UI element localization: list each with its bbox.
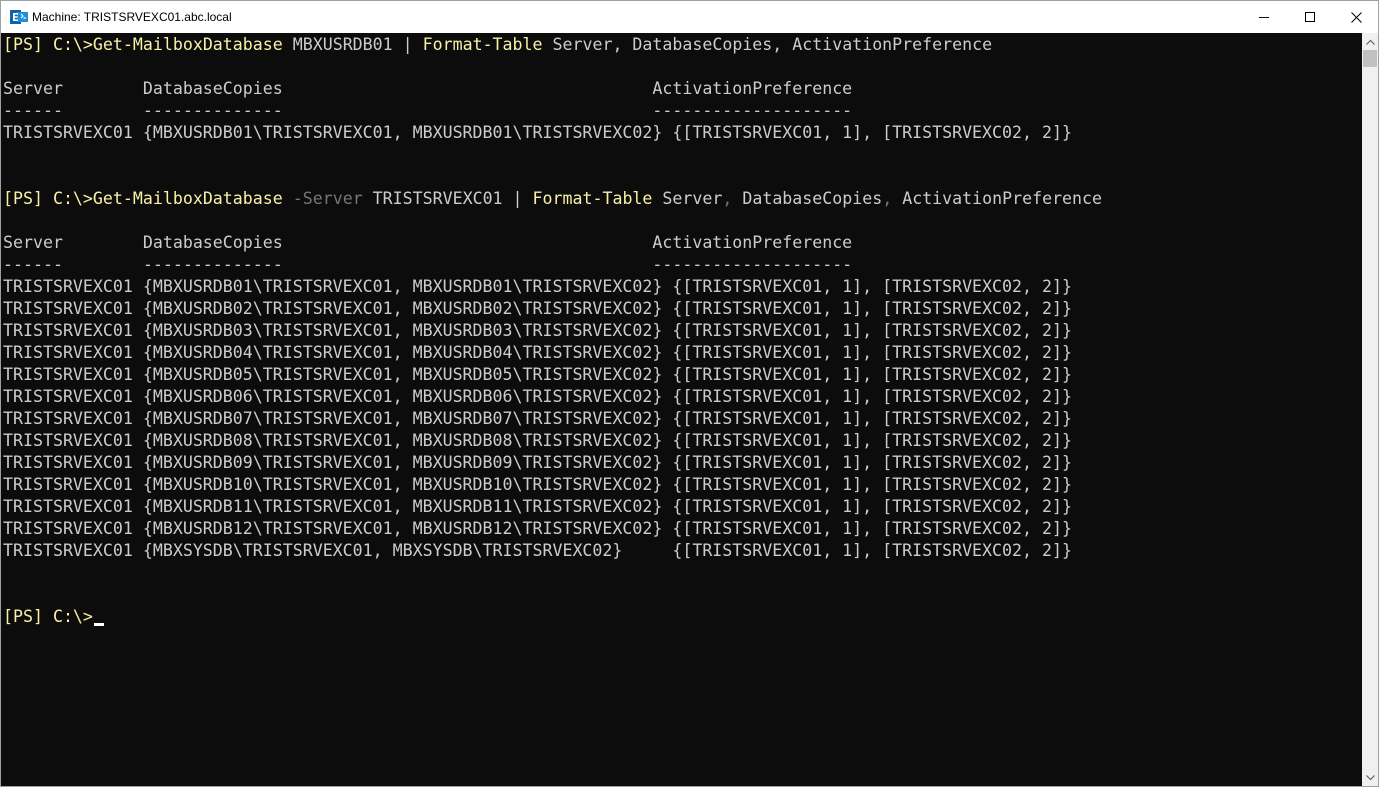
console-text-segment: Server, DatabaseCopies, ActivationPrefer… <box>542 35 993 54</box>
console-line: [PS] C:\>Get-MailboxDatabase -Server TRI… <box>3 188 1102 210</box>
console-line: TRISTSRVEXC01 {MBXUSRDB04\TRISTSRVEXC01,… <box>3 342 1072 364</box>
console-text-segment: TRISTSRVEXC01 {MBXUSRDB11\TRISTSRVEXC01,… <box>3 497 1072 516</box>
console-line: TRISTSRVEXC01 {MBXUSRDB01\TRISTSRVEXC01,… <box>3 276 1072 298</box>
console-text-segment: TRISTSRVEXC01 {MBXUSRDB03\TRISTSRVEXC01,… <box>3 321 1072 340</box>
console-text-segment: TRISTSRVEXC01 {MBXSYSDB\TRISTSRVEXC01, M… <box>3 541 1072 560</box>
console-text-segment: -Server <box>292 189 363 208</box>
console-text-segment: TRISTSRVEXC01 {MBXUSRDB08\TRISTSRVEXC01,… <box>3 431 1072 450</box>
console-text-segment: Get-MailboxDatabase <box>92 189 283 208</box>
console-line: TRISTSRVEXC01 {MBXUSRDB06\TRISTSRVEXC01,… <box>3 386 1072 408</box>
console-text-segment: ------ -------------- ------------------… <box>3 101 853 120</box>
console-line: TRISTSRVEXC01 {MBXUSRDB01\TRISTSRVEXC01,… <box>3 122 1072 144</box>
minimize-icon <box>1259 17 1269 18</box>
console-line: [PS] C:\>Get-MailboxDatabase MBXUSRDB01 … <box>3 34 992 56</box>
scroll-down-button[interactable] <box>1362 769 1378 786</box>
console-line: TRISTSRVEXC01 {MBXUSRDB02\TRISTSRVEXC01,… <box>3 298 1072 320</box>
console-text-segment: TRISTSRVEXC01 {MBXUSRDB12\TRISTSRVEXC01,… <box>3 519 1072 538</box>
console-line: TRISTSRVEXC01 {MBXUSRDB10\TRISTSRVEXC01,… <box>3 474 1072 496</box>
scroll-up-button[interactable] <box>1362 33 1378 50</box>
vertical-scrollbar[interactable] <box>1362 33 1378 786</box>
console-text-segment: Get-MailboxDatabase <box>92 35 283 54</box>
console-text-segment: TRISTSRVEXC01 | <box>362 189 533 208</box>
text-cursor <box>93 623 104 626</box>
console-text-segment: ActivationPreference <box>892 189 1103 208</box>
console-line: TRISTSRVEXC01 {MBXUSRDB05\TRISTSRVEXC01,… <box>3 364 1072 386</box>
console-line: Server DatabaseCopies ActivationPreferen… <box>3 78 852 100</box>
console-text-segment: Server <box>652 189 723 208</box>
console-text-segment: Format-Table <box>532 189 653 208</box>
console-line: ------ -------------- ------------------… <box>3 254 852 276</box>
console-text-segment: MBXUSRDB01 | <box>282 35 423 54</box>
console-line: TRISTSRVEXC01 {MBXUSRDB08\TRISTSRVEXC01,… <box>3 430 1072 452</box>
console-line: TRISTSRVEXC01 {MBXUSRDB12\TRISTSRVEXC01,… <box>3 518 1072 540</box>
console-text-segment: TRISTSRVEXC01 {MBXUSRDB01\TRISTSRVEXC01,… <box>3 123 1072 142</box>
console-text-segment: Server DatabaseCopies ActivationPreferen… <box>3 233 853 252</box>
close-button[interactable] <box>1333 1 1378 33</box>
console-text-segment: , <box>882 189 893 208</box>
console-text-segment: TRISTSRVEXC01 {MBXUSRDB02\TRISTSRVEXC01,… <box>3 299 1072 318</box>
chevron-up-icon <box>1365 39 1375 45</box>
console-text-segment: Server DatabaseCopies ActivationPreferen… <box>3 79 853 98</box>
close-icon <box>1350 11 1362 23</box>
maximize-icon <box>1305 12 1315 22</box>
title-bar[interactable]: Machine: TRISTSRVEXC01.abc.local <box>1 1 1378 33</box>
console-text-segment: DatabaseCopies <box>732 189 883 208</box>
console-line: TRISTSRVEXC01 {MBXSYSDB\TRISTSRVEXC01, M… <box>3 540 1072 562</box>
console-line: ------ -------------- ------------------… <box>3 100 852 122</box>
exchange-management-shell-icon <box>10 9 28 25</box>
console-line: TRISTSRVEXC01 {MBXUSRDB03\TRISTSRVEXC01,… <box>3 320 1072 342</box>
console-text-segment: TRISTSRVEXC01 {MBXUSRDB04\TRISTSRVEXC01,… <box>3 343 1072 362</box>
console-text-segment: TRISTSRVEXC01 {MBXUSRDB06\TRISTSRVEXC01,… <box>3 387 1072 406</box>
console-text-segment: [PS] C:\> <box>3 607 93 626</box>
console-text-segment: TRISTSRVEXC01 {MBXUSRDB05\TRISTSRVEXC01,… <box>3 365 1072 384</box>
chevron-down-icon <box>1365 774 1375 780</box>
console-line: [PS] C:\> <box>3 606 104 628</box>
maximize-button[interactable] <box>1287 1 1333 33</box>
console-line: Server DatabaseCopies ActivationPreferen… <box>3 232 852 254</box>
console-text-segment: TRISTSRVEXC01 {MBXUSRDB01\TRISTSRVEXC01,… <box>3 277 1072 296</box>
powershell-window: Machine: TRISTSRVEXC01.abc.local [PS] C:… <box>0 0 1379 787</box>
console-text-segment: TRISTSRVEXC01 {MBXUSRDB09\TRISTSRVEXC01,… <box>3 453 1072 472</box>
console-text-segment: [PS] C:\> <box>3 35 93 54</box>
window-title: Machine: TRISTSRVEXC01.abc.local <box>32 10 232 24</box>
console-text-segment <box>283 189 293 208</box>
minimize-button[interactable] <box>1241 1 1287 33</box>
console-text-segment: TRISTSRVEXC01 {MBXUSRDB07\TRISTSRVEXC01,… <box>3 409 1072 428</box>
console-text-segment: Format-Table <box>422 35 543 54</box>
console-text-segment: TRISTSRVEXC01 {MBXUSRDB10\TRISTSRVEXC01,… <box>3 475 1072 494</box>
console-text-segment: [PS] C:\> <box>3 189 93 208</box>
scrollbar-thumb[interactable] <box>1363 50 1377 67</box>
console-line: TRISTSRVEXC01 {MBXUSRDB07\TRISTSRVEXC01,… <box>3 408 1072 430</box>
console-output[interactable]: [PS] C:\>Get-MailboxDatabase MBXUSRDB01 … <box>1 33 1362 786</box>
console-text-segment: , <box>722 189 733 208</box>
console-line: TRISTSRVEXC01 {MBXUSRDB09\TRISTSRVEXC01,… <box>3 452 1072 474</box>
console-line: TRISTSRVEXC01 {MBXUSRDB11\TRISTSRVEXC01,… <box>3 496 1072 518</box>
console-text-segment: ------ -------------- ------------------… <box>3 255 853 274</box>
